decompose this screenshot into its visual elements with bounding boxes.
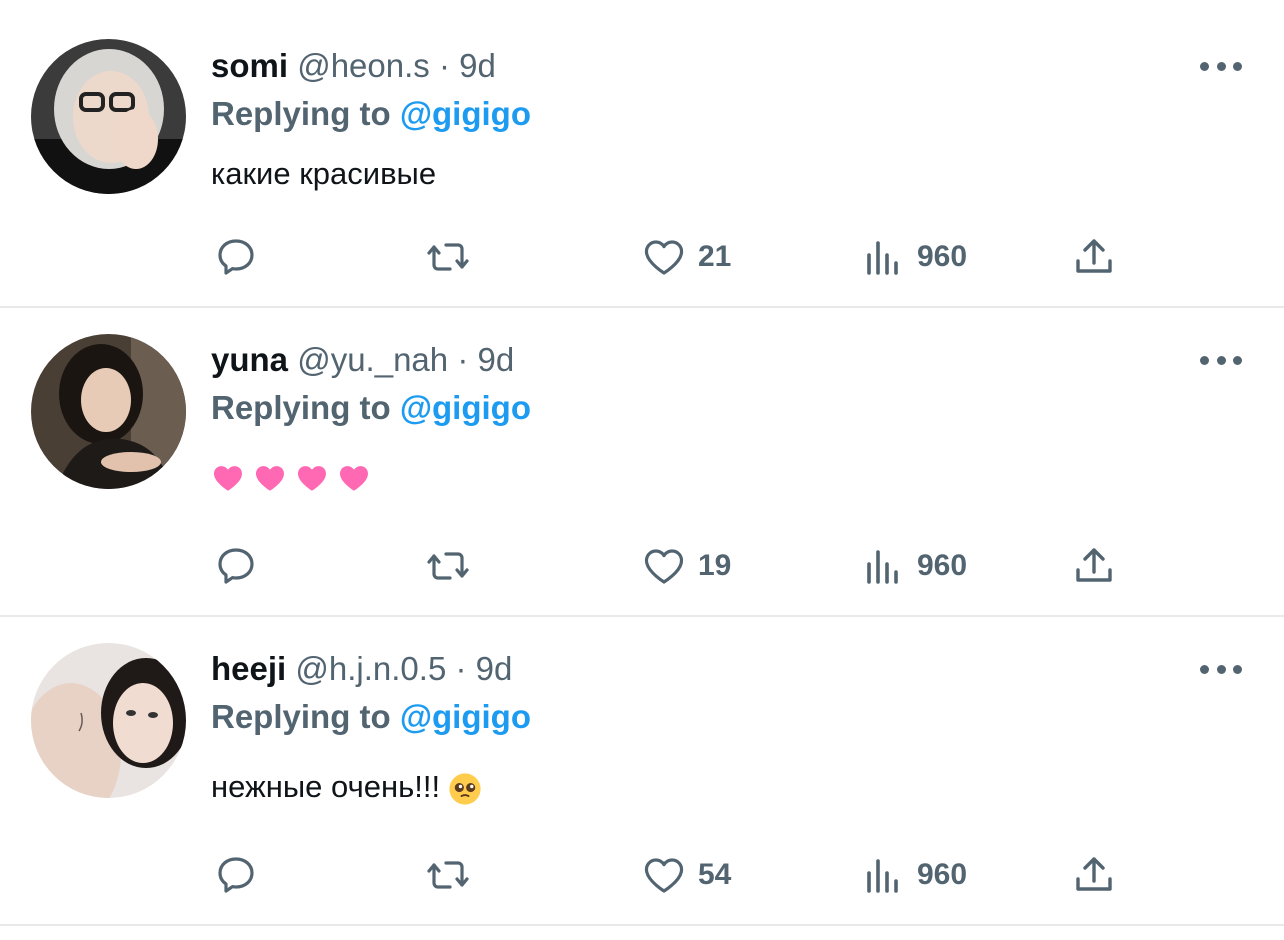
- like-button[interactable]: 21: [640, 232, 731, 282]
- avatar[interactable]: [31, 334, 186, 489]
- display-name[interactable]: somi: [211, 47, 288, 84]
- action-bar: 54 960: [212, 850, 1132, 900]
- more-dots-icon[interactable]: [1200, 348, 1242, 372]
- tweet-header: somi @heon.s · 9d: [211, 44, 496, 88]
- retweet-button[interactable]: [424, 232, 472, 282]
- retweet-icon: [427, 552, 469, 580]
- tweet[interactable]: somi @heon.s · 9d Replying to @gigigo ка…: [0, 0, 1284, 308]
- tweet-header: heeji @h.j.n.0.5 · 9d: [211, 647, 512, 691]
- tweet[interactable]: heeji @h.j.n.0.5 · 9d Replying to @gigig…: [0, 617, 1284, 926]
- heart-icon: [644, 240, 684, 275]
- share-button[interactable]: [1070, 850, 1118, 900]
- bar-chart-icon: [867, 550, 898, 584]
- reply-feed: somi @heon.s · 9d Replying to @gigigo ка…: [0, 0, 1284, 940]
- share-upload-icon: [1076, 239, 1112, 273]
- bar-chart-icon: [867, 241, 898, 275]
- tweet[interactable]: yuna @yu._nah · 9d Replying to @gigigo 1…: [0, 308, 1284, 617]
- mention-link[interactable]: @gigigo: [400, 95, 531, 132]
- pink-heart-emoji: [298, 465, 326, 491]
- like-button[interactable]: 19: [640, 541, 731, 591]
- replying-to-line: Replying to @gigigo: [211, 386, 531, 430]
- replying-to-label: Replying to: [211, 95, 391, 132]
- views-button[interactable]: 960: [859, 541, 967, 591]
- view-count: 960: [917, 549, 968, 582]
- share-upload-icon: [1076, 548, 1112, 582]
- like-button[interactable]: 54: [640, 850, 731, 900]
- tweet-text: [211, 454, 379, 498]
- reply-button[interactable]: [212, 541, 260, 591]
- like-count: 21: [698, 240, 732, 273]
- mention-link[interactable]: @gigigo: [400, 389, 531, 426]
- user-handle[interactable]: @yu._nah: [297, 341, 448, 378]
- display-name[interactable]: heeji: [211, 650, 286, 687]
- separator-dot: ·: [457, 341, 469, 378]
- more-dots-icon[interactable]: [1200, 657, 1242, 681]
- view-count: 960: [917, 858, 968, 891]
- separator-dot: ·: [438, 47, 450, 84]
- retweet-button[interactable]: [424, 850, 472, 900]
- pink-heart-emoji: [340, 465, 368, 491]
- replying-to-line: Replying to @gigigo: [211, 92, 531, 136]
- avatar[interactable]: [31, 39, 186, 194]
- mention-link[interactable]: @gigigo: [400, 698, 531, 735]
- retweet-icon: [427, 243, 469, 271]
- retweet-button[interactable]: [424, 541, 472, 591]
- heart-icon: [644, 549, 684, 584]
- pink-heart-emoji: [256, 465, 284, 491]
- timestamp[interactable]: 9d: [477, 341, 514, 378]
- more-dots-icon[interactable]: [1200, 54, 1242, 78]
- timestamp[interactable]: 9d: [459, 47, 496, 84]
- comment-bubble-icon: [218, 548, 254, 584]
- replying-to-label: Replying to: [211, 389, 391, 426]
- user-handle[interactable]: @h.j.n.0.5: [295, 650, 446, 687]
- like-count: 19: [698, 549, 732, 582]
- replying-to-label: Replying to: [211, 698, 391, 735]
- reply-button[interactable]: [212, 850, 260, 900]
- like-count: 54: [698, 858, 732, 891]
- pink-heart-emoji: [214, 465, 242, 491]
- user-handle[interactable]: @heon.s: [297, 47, 430, 84]
- comment-bubble-icon: [218, 239, 254, 275]
- action-bar: 19 960: [212, 541, 1132, 591]
- views-button[interactable]: 960: [859, 850, 967, 900]
- avatar[interactable]: [31, 643, 186, 798]
- tweet-header: yuna @yu._nah · 9d: [211, 338, 514, 382]
- share-button[interactable]: [1070, 232, 1118, 282]
- tweet-text-line: нежные очень!!!: [211, 765, 482, 809]
- share-upload-icon: [1076, 857, 1112, 891]
- reply-button[interactable]: [212, 232, 260, 282]
- tweet-text: какие красивые: [211, 156, 437, 191]
- comment-bubble-icon: [218, 857, 254, 893]
- action-bar: 21 960: [212, 232, 1132, 282]
- share-button[interactable]: [1070, 541, 1118, 591]
- separator-dot: ·: [455, 650, 467, 687]
- display-name[interactable]: yuna: [211, 341, 288, 378]
- pleading-face-emoji: [449, 773, 481, 805]
- tweet-text: нежные очень!!!: [211, 769, 441, 804]
- heart-icon: [644, 858, 684, 893]
- retweet-icon: [427, 861, 469, 889]
- bar-chart-icon: [867, 859, 898, 893]
- view-count: 960: [917, 240, 968, 273]
- views-button[interactable]: 960: [859, 232, 967, 282]
- replying-to-line: Replying to @gigigo: [211, 695, 531, 739]
- timestamp[interactable]: 9d: [476, 650, 513, 687]
